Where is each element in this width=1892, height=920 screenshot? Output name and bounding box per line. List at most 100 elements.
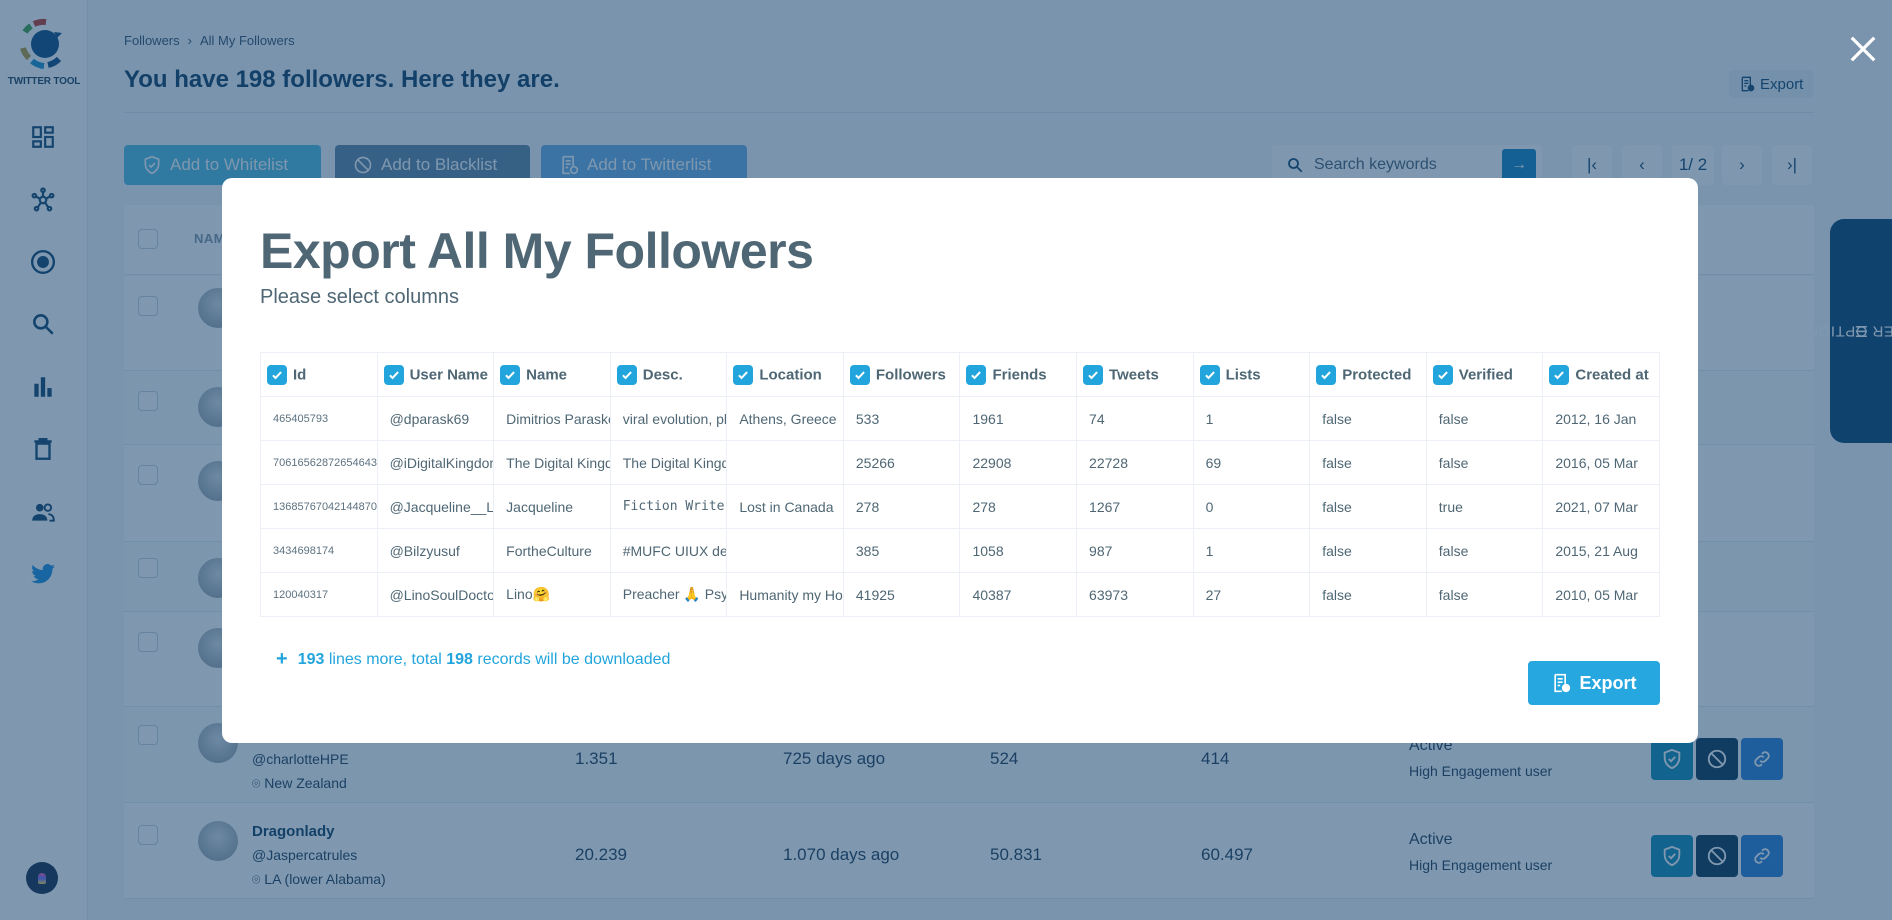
column-header-desc[interactable]: Desc. xyxy=(609,352,728,397)
preview-cell: 63973 xyxy=(1076,572,1194,617)
more-records-note[interactable]: + 193 lines more, total 198 records will… xyxy=(276,648,670,671)
preview-cell: false xyxy=(1309,572,1427,617)
checkmark-icon xyxy=(272,370,282,379)
preview-row: 706165628726546432 @iDigitalKingdom The Di… xyxy=(260,440,1660,485)
preview-cell: 41925 xyxy=(842,572,961,617)
preview-cell: false xyxy=(1425,572,1544,617)
preview-row: 1368576704214487040@Jacqueline__LJacquel… xyxy=(260,484,1660,529)
modal-title: Export All My Followers xyxy=(260,223,814,279)
preview-cell: 465405793 xyxy=(260,396,378,441)
close-icon[interactable] xyxy=(1848,34,1878,64)
preview-rows: 465405793@dparask69Dimitrios Paraskevisv… xyxy=(260,396,1660,617)
column-header-row: Id User Name Name Desc. Location Followers Fri… xyxy=(260,352,1660,397)
preview-cell: FortheCulture xyxy=(493,528,611,573)
preview-cell xyxy=(726,528,844,573)
preview-cell: 385 xyxy=(842,528,961,573)
column-header-tweets[interactable]: Tweets xyxy=(1076,352,1194,397)
preview-cell: false xyxy=(1309,440,1427,485)
preview-cell: Humanity my Home xyxy=(726,572,844,617)
preview-cell: 27 xyxy=(1192,572,1311,617)
preview-cell: @iDigitalKingdom xyxy=(376,440,495,485)
checkmark-icon xyxy=(1321,370,1332,379)
preview-cell: @Bilzyusuf xyxy=(376,528,495,573)
export-button[interactable]: Export xyxy=(1528,661,1660,705)
preview-cell: 22908 xyxy=(959,440,1078,485)
checkmark-icon xyxy=(1554,370,1565,379)
preview-cell: 3434698174 xyxy=(260,528,378,573)
preview-cell: 69 xyxy=(1192,440,1311,485)
preview-cell: true xyxy=(1425,484,1544,529)
column-header-location[interactable]: Location xyxy=(726,352,844,397)
preview-cell: false xyxy=(1309,396,1427,441)
column-header-id[interactable]: Id xyxy=(260,352,378,397)
column-checkbox[interactable] xyxy=(1432,364,1453,385)
checkmark-icon xyxy=(855,370,865,379)
checkmark-icon xyxy=(388,370,399,379)
preview-cell: 1368576704214487040 xyxy=(260,484,378,529)
column-checkbox[interactable] xyxy=(383,364,404,385)
column-label: Friends xyxy=(992,366,1047,383)
preview-cell: Jacqueline xyxy=(493,484,611,529)
preview-row: 3434698174 @Bilzyusuf FortheCulture #MUFC U… xyxy=(260,528,1660,573)
column-label: Tweets xyxy=(1109,366,1159,383)
preview-cell: 2010, 05 Mar xyxy=(1542,572,1660,617)
preview-cell: false xyxy=(1425,528,1544,573)
column-checkbox[interactable] xyxy=(1199,364,1220,385)
preview-cell: 2016, 05 Mar xyxy=(1542,440,1660,485)
export-file-icon xyxy=(1554,673,1571,693)
preview-cell: Preacher 🙏 Psychologist xyxy=(609,572,728,617)
preview-cell: Lost in Canada xyxy=(726,484,844,529)
preview-cell: 0 xyxy=(1192,484,1311,529)
total-count: 198 xyxy=(446,650,473,668)
plus-icon: + xyxy=(276,648,288,670)
column-checkbox[interactable] xyxy=(1083,364,1104,385)
preview-cell: #MUFC UIUX designer xyxy=(609,528,728,573)
column-header-user-name[interactable]: User Name xyxy=(376,352,495,397)
column-header-friends[interactable]: Friends xyxy=(959,352,1078,397)
column-header-protected[interactable]: Protected xyxy=(1309,352,1427,397)
preview-cell: 22728 xyxy=(1076,440,1194,485)
checkmark-icon xyxy=(1437,370,1448,379)
preview-cell: 120040317 xyxy=(260,572,378,617)
preview-cell: Fiction Writer. xyxy=(609,484,728,529)
preview-cell: false xyxy=(1425,440,1544,485)
column-header-verified[interactable]: Verified xyxy=(1425,352,1544,397)
modal-subtitle: Please select columns xyxy=(260,286,459,308)
preview-cell: The Digital Kingdom xyxy=(609,440,728,485)
column-checkbox[interactable] xyxy=(500,364,521,385)
column-header-name[interactable]: Name xyxy=(493,352,611,397)
preview-cell: 2021, 07 Mar xyxy=(1542,484,1660,529)
preview-cell: 987 xyxy=(1076,528,1194,573)
column-checkbox[interactable] xyxy=(849,364,870,385)
preview-cell: @dparask69 xyxy=(376,396,495,441)
column-checkbox[interactable] xyxy=(1549,364,1570,385)
preview-cell: Dimitrios Paraskevis xyxy=(493,396,611,441)
column-checkbox[interactable] xyxy=(733,364,754,385)
column-label: Followers xyxy=(875,366,946,383)
checkmark-icon xyxy=(971,370,982,379)
checkmark-icon xyxy=(621,370,632,379)
more-text-2: records will be downloaded xyxy=(477,650,671,668)
column-header-created-at[interactable]: Created at xyxy=(1542,352,1660,397)
preview-cell: 2015, 21 Aug xyxy=(1542,528,1660,573)
preview-cell: 706165628726546432 xyxy=(260,440,378,485)
column-label: Desc. xyxy=(642,366,683,383)
export-button-label: Export xyxy=(1579,672,1637,693)
preview-cell: 278 xyxy=(959,484,1078,529)
column-checkbox[interactable] xyxy=(966,364,987,385)
preview-cell: The Digital Kingdom xyxy=(493,440,611,485)
preview-cell: Athens, Greece xyxy=(726,396,844,441)
column-label: Created at xyxy=(1575,366,1649,383)
preview-cell: 533 xyxy=(842,396,961,441)
column-label: Lists xyxy=(1225,366,1261,383)
column-checkbox[interactable] xyxy=(1316,364,1337,385)
preview-cell: @LinoSoulDoctor xyxy=(376,572,495,617)
more-records-text: 193 lines more, total 198 records will b… xyxy=(298,651,671,669)
column-label: Name xyxy=(526,366,568,383)
preview-cell: Lino🤗 xyxy=(493,572,611,617)
column-header-followers[interactable]: Followers xyxy=(842,352,961,397)
preview-cell: 40387 xyxy=(959,572,1078,617)
column-checkbox[interactable] xyxy=(616,364,637,385)
column-checkbox[interactable] xyxy=(267,364,287,385)
column-header-lists[interactable]: Lists xyxy=(1192,352,1311,397)
